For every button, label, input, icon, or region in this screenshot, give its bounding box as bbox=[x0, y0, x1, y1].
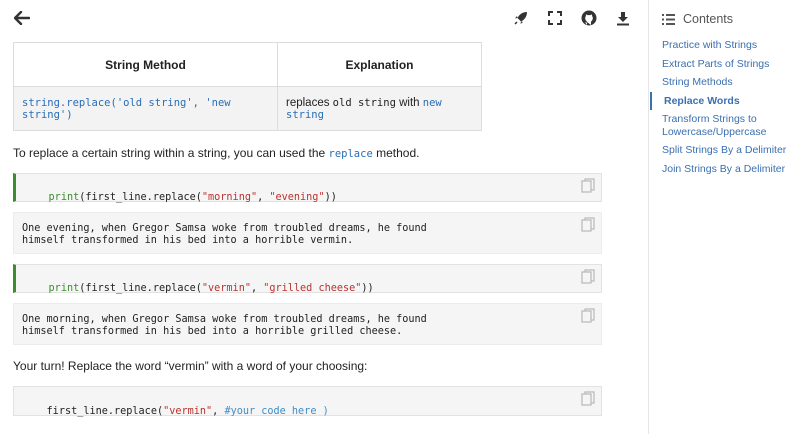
toc-item[interactable]: Extract Parts of Strings bbox=[650, 55, 800, 74]
string-method-table: String Method Explanation string.replace… bbox=[13, 42, 482, 131]
copy-icon[interactable] bbox=[581, 308, 595, 324]
code-token: , bbox=[257, 192, 270, 203]
copy-icon[interactable] bbox=[581, 217, 595, 233]
code-cell-input[interactable]: print(first_line.replace("morning", "eve… bbox=[13, 173, 602, 203]
code-token: , bbox=[212, 406, 225, 417]
toolbar bbox=[504, 7, 640, 29]
table-cell-method: string.replace('old string', 'new string… bbox=[13, 86, 278, 131]
intro-paragraph: To replace a certain string within a str… bbox=[13, 146, 419, 160]
toc-item[interactable]: Transform Strings to Lowercase/Uppercase bbox=[650, 110, 800, 141]
code-cell-exercise[interactable]: first_line.replace("vermin", #your code … bbox=[13, 386, 602, 417]
output-line: One morning, when Gregor Samsa woke from… bbox=[22, 314, 427, 325]
toc-title: Contents bbox=[683, 12, 734, 26]
arrow-left-icon bbox=[14, 11, 30, 25]
list-icon bbox=[662, 13, 675, 25]
code-cell-output: One evening, when Gregor Samsa woke from… bbox=[13, 212, 602, 254]
table-of-contents: Practice with Strings Extract Parts of S… bbox=[650, 36, 800, 178]
code-token: )) bbox=[361, 283, 374, 294]
table-header: Explanation bbox=[277, 42, 482, 87]
code-comment: #your code here ) bbox=[224, 406, 329, 417]
explanation-text: replaces bbox=[286, 96, 330, 109]
toc-item[interactable]: Replace Words bbox=[650, 91, 800, 110]
toc-item[interactable]: String Methods bbox=[650, 73, 800, 92]
fullscreen-button[interactable] bbox=[538, 7, 572, 29]
download-icon bbox=[617, 11, 629, 25]
copy-icon[interactable] bbox=[581, 269, 595, 285]
copy-icon[interactable] bbox=[581, 391, 595, 407]
toc-item[interactable]: Join Strings By a Delimiter bbox=[650, 160, 800, 179]
intro-text-end: method. bbox=[376, 146, 420, 160]
explanation-with: with bbox=[399, 96, 420, 109]
code-token: )) bbox=[324, 192, 337, 203]
launch-button[interactable] bbox=[504, 7, 538, 29]
fullscreen-icon bbox=[548, 11, 562, 25]
toc-header: Contents bbox=[662, 12, 733, 26]
toc-item[interactable]: Split Strings By a Delimiter bbox=[650, 141, 800, 160]
github-button[interactable] bbox=[572, 7, 606, 29]
code-token: "evening" bbox=[269, 192, 325, 203]
code-cell-input[interactable]: print(first_line.replace("vermin", "gril… bbox=[13, 264, 602, 294]
code-token: "grilled cheese" bbox=[263, 283, 362, 294]
code-token: print bbox=[48, 283, 80, 294]
intro-text: To replace a certain string within a str… bbox=[13, 146, 326, 160]
table-cell-explanation: replaces old string with new string bbox=[277, 86, 482, 131]
old-string-code: old string bbox=[332, 96, 396, 109]
rocket-icon bbox=[514, 12, 527, 25]
code-token: print bbox=[48, 192, 80, 203]
code-token: (first_line.replace( bbox=[79, 283, 202, 294]
method-code: string.replace('old string', 'new string… bbox=[22, 96, 231, 121]
replace-code: replace bbox=[328, 148, 373, 160]
code-token: , bbox=[250, 283, 264, 294]
back-button[interactable] bbox=[12, 8, 32, 28]
code-token: first_line.replace( bbox=[46, 406, 164, 417]
code-token: "vermin" bbox=[201, 283, 251, 294]
turn-paragraph: Your turn! Replace the word “vermin” wit… bbox=[13, 359, 368, 373]
copy-icon[interactable] bbox=[581, 178, 595, 194]
code-token: (first_line.replace( bbox=[79, 192, 202, 203]
code-token: "morning" bbox=[201, 192, 258, 203]
download-button[interactable] bbox=[606, 7, 640, 29]
github-icon bbox=[581, 10, 597, 26]
output-line: himself transformed in his bed into a ho… bbox=[22, 326, 403, 337]
code-cell-output: One morning, when Gregor Samsa woke from… bbox=[13, 303, 602, 345]
output-line: One evening, when Gregor Samsa woke from… bbox=[22, 223, 427, 234]
sidebar-divider bbox=[648, 0, 649, 434]
code-token: "vermin" bbox=[163, 406, 213, 417]
output-line: himself transformed in his bed into a ho… bbox=[22, 235, 354, 246]
table-header: String Method bbox=[13, 42, 278, 87]
toc-item[interactable]: Practice with Strings bbox=[650, 36, 800, 55]
